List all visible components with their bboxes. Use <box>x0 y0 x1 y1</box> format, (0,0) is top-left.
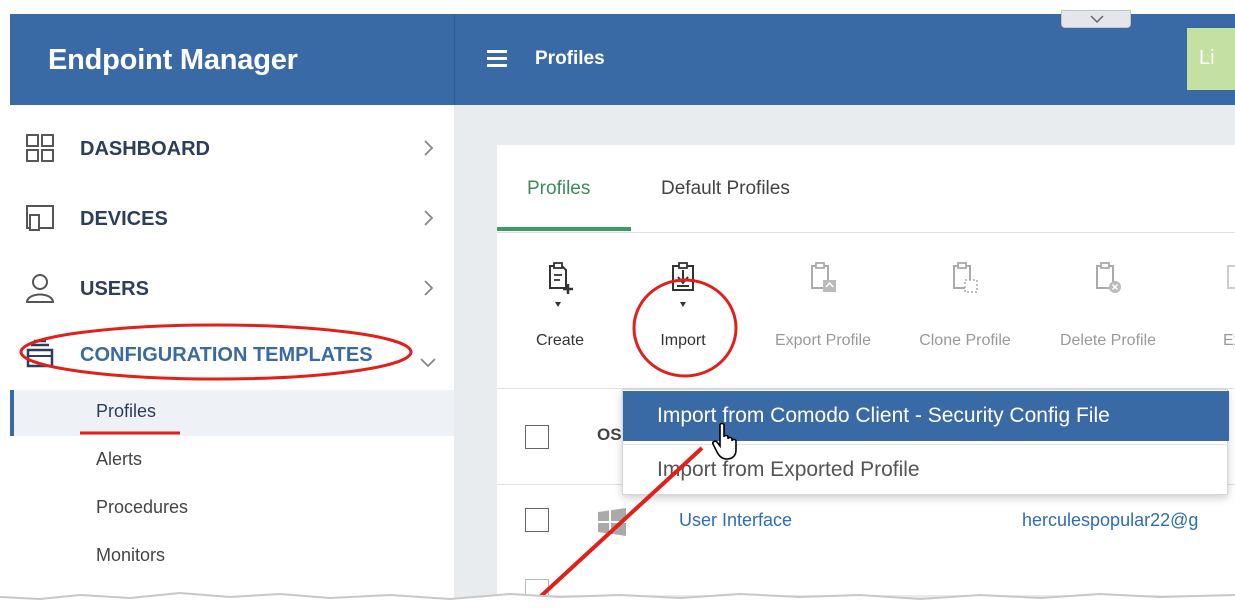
sidebar-subitem-label: Procedures <box>96 497 189 517</box>
import-from-exported-profile-option[interactable]: Import from Exported Profile <box>623 444 1229 494</box>
create-profile-icon <box>549 262 573 307</box>
license-button-label: Li <box>1199 47 1215 69</box>
tab-default-profiles[interactable]: Default Profiles <box>661 178 790 200</box>
stack-icon <box>26 339 54 368</box>
profiles-panel: Profiles Default Profiles Create Import … <box>497 145 1235 595</box>
clone-profile-icon <box>953 262 978 293</box>
delete-profile-button[interactable]: Delete Profile <box>1047 262 1169 350</box>
toolbar-label: Create <box>535 332 585 349</box>
partial-tool-icon <box>1227 265 1235 289</box>
toolbar-label: Ex <box>1223 332 1235 349</box>
sidebar-subitem-label: Alerts <box>96 449 143 469</box>
collapse-header-tab[interactable] <box>1061 10 1131 28</box>
os-column-header[interactable]: OS <box>597 425 622 445</box>
devices-icon <box>26 205 54 231</box>
dashboard-grid-icon <box>26 134 54 162</box>
chevron-right-icon <box>424 140 434 156</box>
brand-header: Endpoint Manager <box>10 14 454 105</box>
chevron-down-icon <box>1090 15 1104 24</box>
user-icon <box>25 274 55 303</box>
table-row[interactable]: User Interface herculespopular22@g <box>497 490 1235 550</box>
sidebar-item-devices[interactable]: DEVICES <box>10 190 454 250</box>
import-icon <box>672 262 694 307</box>
clone-profile-button[interactable]: Clone Profile <box>907 262 1023 350</box>
sidebar-subitem-monitors[interactable]: Monitors <box>10 534 454 580</box>
active-tab-indicator <box>497 227 631 231</box>
delete-profile-icon <box>1096 262 1121 293</box>
toolbar-label: Clone Profile <box>919 332 1011 349</box>
export-profile-button[interactable]: Export Profile <box>763 262 883 350</box>
row-checkbox[interactable] <box>525 508 549 532</box>
sidebar-subitem-label: Monitors <box>96 545 166 565</box>
sidebar-subitem-profiles[interactable]: Profiles <box>10 390 454 436</box>
chevron-right-icon <box>424 210 434 226</box>
menu-item-label: Import from Comodo Client - Security Con… <box>657 404 1110 427</box>
sidebar-item-label: DEVICES <box>80 208 168 230</box>
sidebar-item-users[interactable]: USERS <box>10 260 454 320</box>
export-profile-icon <box>811 262 836 292</box>
toolbar: Create Import Export Profile Clone Profi… <box>497 240 1235 380</box>
tab-profiles[interactable]: Profiles <box>527 178 590 200</box>
page-title: Profiles <box>535 48 605 69</box>
chevron-down-icon <box>420 358 436 368</box>
chevron-right-icon <box>424 280 434 296</box>
import-button[interactable]: Import <box>643 262 723 350</box>
sidebar-subitem-procedures[interactable]: Procedures <box>10 486 454 532</box>
sidebar-subitem-alerts[interactable]: Alerts <box>10 438 454 484</box>
toolbar-label: Export Profile <box>774 332 872 349</box>
windows-icon <box>598 508 626 536</box>
sidebar: Endpoint Manager DASHBOARD DEVICES USERS <box>10 14 454 594</box>
import-from-security-config-option[interactable]: Import from Comodo Client - Security Con… <box>623 391 1229 441</box>
import-dropdown-menu: Import from Comodo Client - Security Con… <box>622 389 1229 495</box>
top-bar: Profiles Li <box>454 10 1235 105</box>
torn-edge <box>0 591 1235 610</box>
sidebar-item-dashboard[interactable]: DASHBOARD <box>10 120 454 180</box>
sidebar-subitem-label: Profiles <box>96 401 157 421</box>
sidebar-item-label: CONFIGURATION TEMPLATES <box>80 344 373 366</box>
toolbar-overflow-button[interactable]: Ex <box>1209 262 1235 350</box>
sidebar-item-label: USERS <box>80 278 149 300</box>
toolbar-label: Import <box>660 332 706 349</box>
hamburger-menu-icon[interactable] <box>487 50 507 68</box>
sidebar-item-label: DASHBOARD <box>80 138 210 160</box>
tab-bar: Profiles Default Profiles <box>497 145 1235 233</box>
toolbar-label: Delete Profile <box>1059 332 1157 349</box>
profile-owner-link[interactable]: herculespopular22@g <box>1022 510 1198 531</box>
sidebar-item-configuration-templates[interactable]: CONFIGURATION TEMPLATES <box>10 326 454 386</box>
app-title: Endpoint Manager <box>48 44 298 76</box>
menu-item-label: Import from Exported Profile <box>657 458 920 481</box>
license-button[interactable]: Li <box>1187 28 1235 90</box>
select-all-checkbox[interactable] <box>525 425 549 449</box>
profile-name-link[interactable]: User Interface <box>679 510 792 531</box>
create-button[interactable]: Create <box>525 262 595 350</box>
